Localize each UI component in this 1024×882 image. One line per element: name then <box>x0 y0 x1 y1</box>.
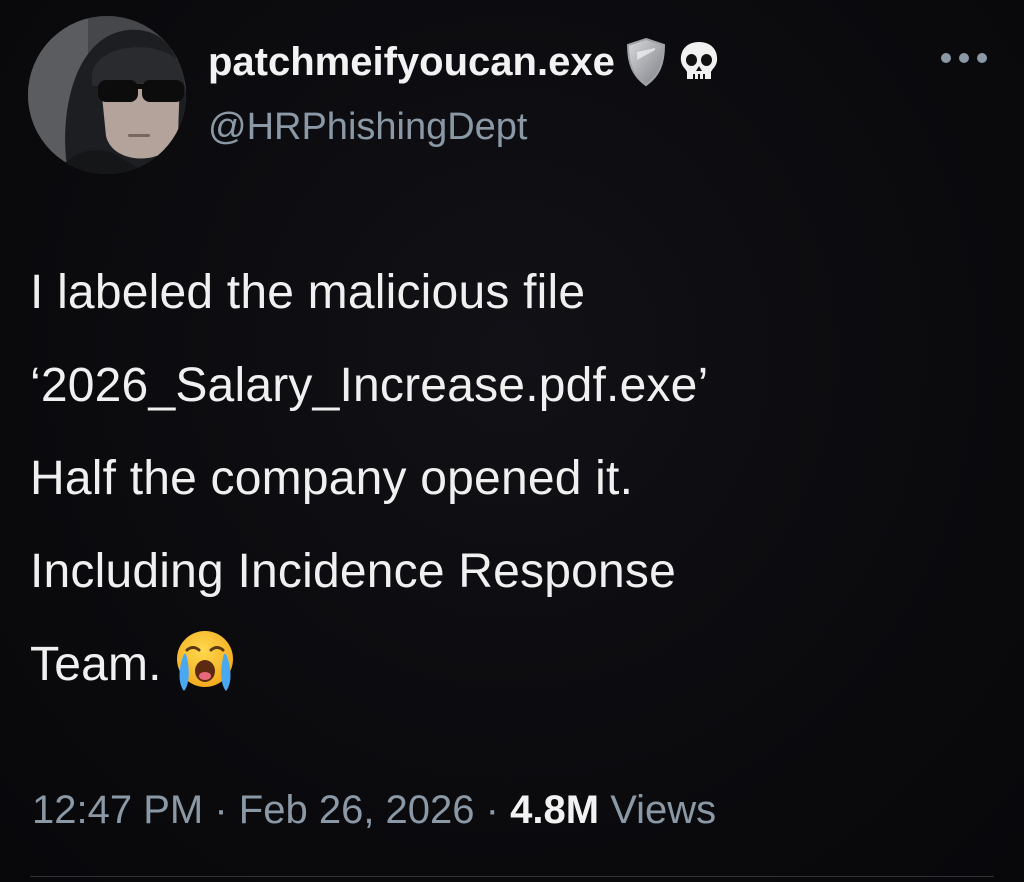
display-name[interactable]: patchmeifyoucan.exe <box>208 40 615 85</box>
more-options-icon[interactable] <box>936 40 992 76</box>
loudly-crying-face-icon <box>172 628 238 725</box>
author-handle[interactable]: @HRPhishingDept <box>208 106 528 149</box>
avatar[interactable] <box>28 16 186 174</box>
views-count[interactable]: 4.8M <box>510 788 599 832</box>
tweet-text-line: Including Incidence Response <box>30 545 677 598</box>
skull-icon <box>677 39 721 85</box>
tweet-date[interactable]: Feb 26, 2026 <box>239 788 475 832</box>
tweet-text-fragment: Team. <box>30 638 162 691</box>
tweet-text: I labeled the malicious file ‘2026_Salar… <box>30 246 990 711</box>
tweet-text-line-last: Team. <box>30 618 990 711</box>
shield-icon <box>623 36 669 88</box>
tweet-time[interactable]: 12:47 PM <box>32 788 203 832</box>
tweet-text-line: ‘2026_Salary_Increase.pdf.exe’ <box>30 359 709 412</box>
divider <box>30 876 994 877</box>
tweet-card: patchmeifyoucan.exe @HRPhishingDept I la… <box>0 0 1024 882</box>
author-name-row: patchmeifyoucan.exe <box>208 30 721 94</box>
tweet-meta: 12:47 PM · Feb 26, 2026 · 4.8M Views <box>32 788 716 833</box>
meta-separator: · <box>485 788 499 832</box>
views-label: Views <box>610 788 717 832</box>
meta-separator: · <box>214 788 228 832</box>
tweet-text-line: Half the company opened it. <box>30 452 634 505</box>
tweet-text-line: I labeled the malicious file <box>30 266 586 319</box>
